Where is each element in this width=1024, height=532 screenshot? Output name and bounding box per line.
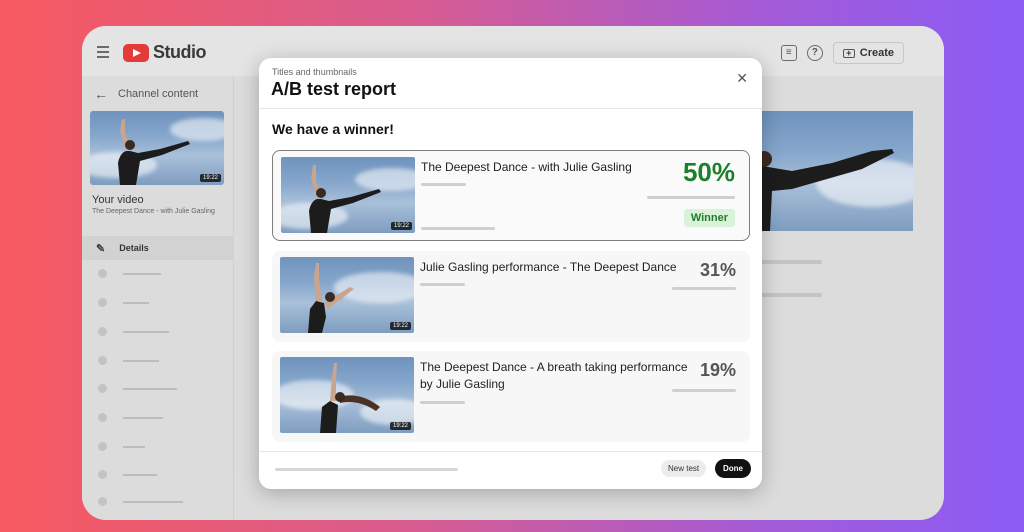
result-percent: 31% bbox=[699, 260, 736, 280]
logo-text: Studio bbox=[153, 42, 207, 62]
feedback-icon[interactable]: ≡ bbox=[780, 45, 797, 61]
sidebar-item[interactable] bbox=[98, 269, 161, 278]
details-label: Details bbox=[119, 243, 149, 253]
result-title: The Deepest Dance - with Julie Gasling bbox=[421, 160, 632, 174]
dancer-photo bbox=[752, 111, 913, 231]
nav-label-placeholder bbox=[123, 500, 183, 503]
result-card[interactable]: 19:22 The Deepest Dance - A breath takin… bbox=[272, 351, 750, 442]
sidebar-item-details[interactable]: ✎ Details bbox=[82, 236, 234, 260]
nav-icon bbox=[98, 384, 107, 393]
sidebar-item[interactable] bbox=[98, 384, 177, 393]
footer-placeholder-line bbox=[275, 468, 458, 471]
sidebar-item[interactable] bbox=[98, 356, 159, 365]
nav-icon bbox=[98, 497, 107, 506]
placeholder-line bbox=[420, 283, 465, 286]
placeholder-line bbox=[420, 401, 465, 404]
video-duration: 19:22 bbox=[389, 322, 411, 330]
result-card-winner[interactable]: 19:22 The Deepest Dance - with Julie Gas… bbox=[272, 150, 750, 241]
divider bbox=[259, 108, 762, 109]
result-card[interactable]: 19:22 Julie Gasling performance - The De… bbox=[272, 251, 750, 342]
back-to-channel-content[interactable]: ← Channel content bbox=[94, 86, 198, 102]
video-duration: 19:22 bbox=[390, 222, 412, 230]
nav-icon bbox=[98, 413, 107, 422]
divider bbox=[259, 451, 762, 452]
placeholder-line bbox=[758, 293, 822, 297]
help-icon[interactable]: ? bbox=[806, 45, 823, 61]
result-title: Julie Gasling performance - The Deepest … bbox=[420, 260, 677, 274]
result-title: The Deepest Dance - A breath taking perf… bbox=[420, 360, 688, 391]
nav-label-placeholder bbox=[123, 330, 169, 333]
youtube-logo-icon bbox=[123, 43, 149, 62]
nav-label-placeholder bbox=[123, 445, 145, 448]
result-percent: 19% bbox=[699, 360, 736, 380]
done-button[interactable]: Done bbox=[715, 459, 751, 478]
sidebar-item[interactable] bbox=[98, 413, 163, 422]
sidebar-item[interactable] bbox=[98, 497, 183, 506]
nav-label-placeholder bbox=[123, 301, 149, 304]
create-label: Create bbox=[859, 47, 894, 59]
video-duration: 19:22 bbox=[389, 422, 411, 430]
sidebar-item[interactable] bbox=[98, 442, 145, 451]
sidebar-item[interactable] bbox=[98, 470, 157, 479]
winner-badge: Winner bbox=[683, 209, 735, 227]
video-plus-icon: + bbox=[842, 48, 855, 58]
placeholder-line bbox=[421, 183, 466, 186]
menu-icon[interactable] bbox=[97, 46, 109, 61]
dialog-title: A/B test report bbox=[271, 79, 397, 99]
video-subtitle: The Deepest Dance - with Julie Gasling bbox=[92, 208, 215, 215]
nav-icon bbox=[98, 298, 107, 307]
percent-bar bbox=[672, 389, 736, 392]
percent-bar bbox=[647, 196, 735, 199]
result-percent: 50% bbox=[682, 157, 735, 187]
nav-label-placeholder bbox=[123, 387, 177, 390]
placeholder-line bbox=[421, 227, 495, 230]
result-thumbnail: 19:22 bbox=[281, 157, 415, 233]
sidebar-item[interactable] bbox=[98, 327, 169, 336]
close-icon[interactable]: ✕ bbox=[736, 70, 748, 87]
placeholder-line bbox=[758, 260, 822, 264]
nav-label-placeholder bbox=[123, 473, 157, 476]
nav-label-placeholder bbox=[123, 416, 163, 419]
nav-icon bbox=[98, 269, 107, 278]
nav-label-placeholder bbox=[123, 359, 159, 362]
studio-logo[interactable]: Studio bbox=[123, 42, 207, 63]
result-thumbnail: 19:22 bbox=[280, 357, 414, 433]
sidebar-item[interactable] bbox=[98, 298, 149, 307]
nav-icon bbox=[98, 327, 107, 336]
percent-bar bbox=[672, 287, 736, 290]
ab-test-report-dialog: Titles and thumbnails A/B test report ✕ … bbox=[259, 58, 762, 489]
pencil-icon: ✎ bbox=[96, 242, 106, 255]
new-test-button[interactable]: New test bbox=[661, 460, 707, 477]
nav-icon bbox=[98, 356, 107, 365]
dialog-subtitle: Titles and thumbnails bbox=[272, 67, 357, 77]
background-video-preview bbox=[752, 111, 913, 231]
your-video-label: Your video bbox=[92, 194, 144, 206]
back-arrow-icon: ← bbox=[94, 86, 108, 102]
nav-icon bbox=[98, 470, 107, 479]
winner-heading: We have a winner! bbox=[272, 121, 394, 137]
back-label: Channel content bbox=[118, 88, 199, 100]
nav-label-placeholder bbox=[123, 272, 161, 275]
result-thumbnail: 19:22 bbox=[280, 257, 414, 333]
video-duration: 19:22 bbox=[199, 174, 221, 182]
sidebar-video-thumbnail[interactable]: 19:22 bbox=[90, 111, 224, 185]
nav-icon bbox=[98, 442, 107, 451]
create-button[interactable]: + Create bbox=[832, 42, 904, 64]
sidebar: ← Channel content 19:22 Your video The D… bbox=[82, 76, 234, 520]
